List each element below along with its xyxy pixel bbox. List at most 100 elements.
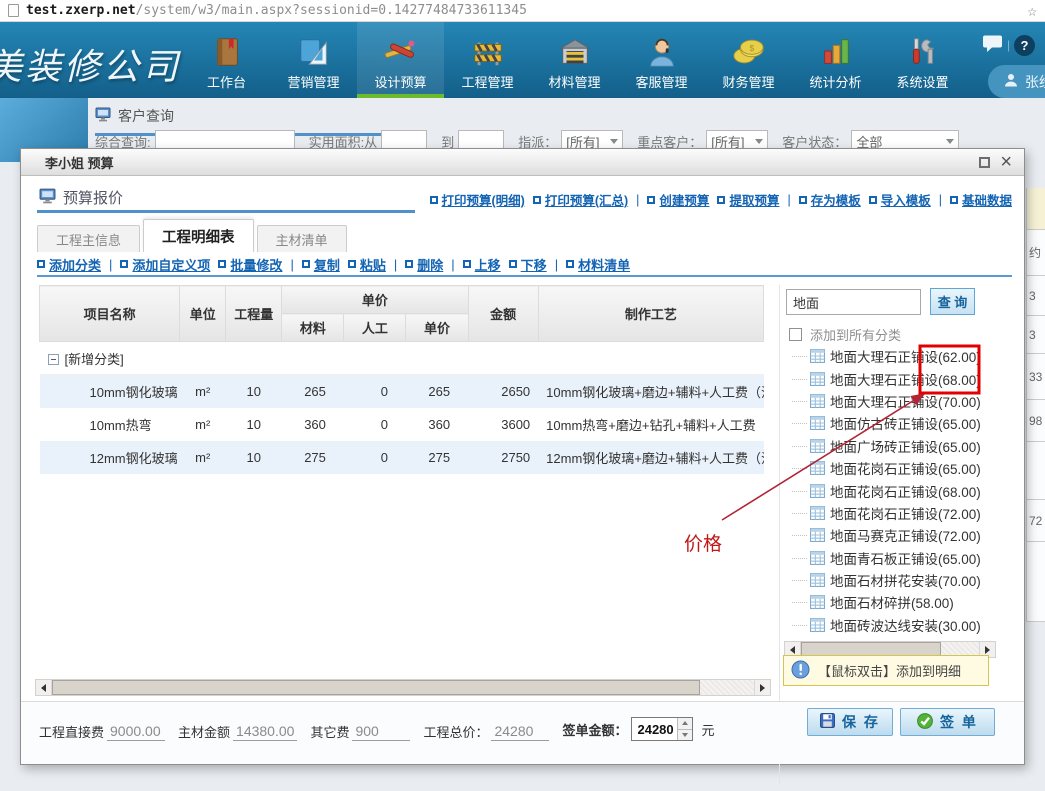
sign-button-label: 签 单 — [940, 712, 978, 732]
grid-cell-qty: 10 — [226, 408, 282, 441]
message-bubble-icon[interactable] — [982, 34, 1003, 58]
grid-header-cell[interactable]: 单位 — [180, 286, 226, 342]
tree-item[interactable]: 地面广场砖正铺设(65.00) — [784, 435, 998, 457]
nav-item-label: 营销管理 — [287, 72, 339, 91]
grid-header-cell[interactable]: 金额 — [468, 286, 538, 342]
grid-header-cell[interactable]: 人工 — [344, 314, 406, 342]
dropdown-caret-icon — [946, 139, 954, 144]
totals-row: 工程直接费9000.00主材金额14380.00其它费900工程总价：24280… — [39, 717, 715, 741]
nav-item-客服管理[interactable]: 客服管理 — [618, 22, 705, 98]
tree-item[interactable]: 地面大理石正铺设(62.00) — [784, 345, 998, 367]
toolbar-link-添加分类[interactable]: 添加分类 — [37, 255, 101, 274]
help-icon[interactable]: ? — [1014, 35, 1035, 56]
tree-item[interactable]: 地面花岗石正铺设(68.00) — [784, 479, 998, 501]
grid-row[interactable]: 10mm钢化玻璃m²102650265265010mm钢化玻璃+磨边+辅料+人工… — [40, 375, 764, 408]
tree-item[interactable]: 地面石材拼花安装(70.00) — [784, 569, 998, 591]
grid-row[interactable]: 12mm钢化玻璃m²102750275275012mm钢化玻璃+磨边+辅料+人工… — [40, 441, 764, 474]
sign-amount-label: 签单金额： — [562, 720, 627, 739]
grid-header-cell[interactable]: 材料 — [282, 314, 344, 342]
grid-cell-qty: 10 — [226, 375, 282, 408]
sign-amount-spinner[interactable]: 24280 — [631, 717, 693, 741]
table-icon — [810, 595, 825, 609]
toolbar-link-下移[interactable]: 下移 — [509, 255, 547, 274]
tree-item[interactable]: 地面大理石正铺设(68.00) — [784, 367, 998, 389]
toolbar-link-批量修改[interactable]: 批量修改 — [218, 255, 282, 274]
nav-item-材料管理[interactable]: 材料管理 — [531, 22, 618, 98]
footer-field: 工程总价：24280 — [423, 722, 549, 741]
grid-category-row[interactable]: [新增分类] — [40, 342, 764, 375]
toolbar-link-复制[interactable]: 复制 — [302, 255, 340, 274]
close-icon[interactable]: × — [1000, 155, 1012, 169]
action-link-创建预算[interactable]: 创建预算 — [647, 190, 709, 209]
grid-cell — [226, 342, 282, 375]
bookmark-star-icon[interactable]: ☆ — [1027, 3, 1037, 19]
action-link-存为模板[interactable]: 存为模板 — [799, 190, 861, 209]
tree-item[interactable]: 地面仿古砖正铺设(65.00) — [784, 412, 998, 434]
grid-cell-amount: 2750 — [468, 441, 538, 474]
nav-item-系统设置[interactable]: 系统设置 — [879, 22, 966, 98]
spinner-down-icon[interactable] — [678, 730, 692, 741]
grid-header-cell[interactable]: 单价 — [406, 314, 468, 342]
save-button[interactable]: 保 存 — [807, 708, 893, 736]
section-title: 预算报价 — [63, 187, 123, 208]
grid-cell-unit_price: 275 — [406, 441, 468, 474]
grid-header-cell[interactable]: 单价 — [282, 286, 468, 314]
dropdown-caret-icon — [610, 139, 618, 144]
spinner-up-icon[interactable] — [678, 718, 692, 730]
tree-item[interactable]: 地面砖波达线安装(30.00) — [784, 614, 998, 636]
scroll-left-arrow-icon[interactable] — [36, 680, 52, 695]
scrollbar-thumb[interactable] — [52, 680, 700, 695]
nav-item-label: 系统设置 — [896, 72, 948, 91]
grid-horizontal-scrollbar[interactable] — [35, 679, 771, 696]
grid-header-cell[interactable]: 项目名称 — [40, 286, 180, 342]
link-label: 添加分类 — [49, 255, 101, 274]
customer-service-icon — [643, 35, 681, 69]
toolbar-link-上移[interactable]: 上移 — [463, 255, 501, 274]
nav-item-工作台[interactable]: 工作台 — [183, 22, 270, 98]
action-link-导入模板[interactable]: 导入模板 — [869, 190, 931, 209]
tree-item[interactable]: 地面石材碎拼(58.00) — [784, 591, 998, 613]
tree-item[interactable]: 地面花岗石正铺设(72.00) — [784, 502, 998, 524]
tree-item[interactable]: 地面大理石正铺设(70.00) — [784, 390, 998, 412]
link-label: 添加自定义项 — [132, 255, 210, 274]
url-text[interactable]: test.zxerp.net/system/w3/main.aspx?sessi… — [26, 3, 527, 18]
nav-item-统计分析[interactable]: 统计分析 — [792, 22, 879, 98]
toolbar-link-粘贴[interactable]: 粘贴 — [348, 255, 386, 274]
nav-item-营销管理[interactable]: 营销管理 — [270, 22, 357, 98]
action-link-基础数据[interactable]: 基础数据 — [950, 190, 1012, 209]
tab-主材清单[interactable]: 主材清单 — [257, 225, 347, 252]
company-logo: 美装修公司 — [0, 38, 181, 90]
collapse-icon[interactable] — [48, 354, 59, 365]
maximize-icon[interactable] — [979, 157, 990, 168]
grid-header-cell[interactable]: 制作工艺 — [538, 286, 763, 342]
scroll-right-arrow-icon[interactable] — [754, 680, 770, 695]
search-button[interactable]: 查 询 — [930, 288, 975, 315]
action-link-打印预算(汇总)[interactable]: 打印预算(汇总) — [533, 190, 628, 209]
grid-category-cell[interactable]: [新增分类] — [40, 342, 180, 375]
tree-item[interactable]: 地面马赛克正铺设(72.00) — [784, 524, 998, 546]
tab-工程明细表[interactable]: 工程明细表 — [143, 219, 254, 252]
action-link-打印预算(明细)[interactable]: 打印预算(明细) — [430, 190, 525, 209]
toolbar-link-添加自定义项[interactable]: 添加自定义项 — [120, 255, 210, 274]
grid-toolbar: 添加分类|添加自定义项批量修改|复制粘贴|删除|上移下移|材料清单 — [37, 253, 1012, 277]
nav-item-label: 设计预算 — [374, 72, 426, 91]
toolbar-link-删除[interactable]: 删除 — [405, 255, 443, 274]
link-separator: | — [636, 193, 639, 207]
user-menu[interactable]: 张经 — [988, 65, 1045, 98]
bg-strip-cell: 3 — [1027, 276, 1045, 316]
tree-item[interactable]: 地面花岗石正铺设(65.00) — [784, 457, 998, 479]
url-path: /system/w3/main.aspx?sessionid=0.1427748… — [136, 3, 527, 18]
sign-button[interactable]: 签 单 — [900, 708, 995, 736]
nav-item-工程管理[interactable]: 工程管理 — [444, 22, 531, 98]
grid-row[interactable]: 10mm热弯m²103600360360010mm热弯+磨边+钻孔+辅料+人工费… — [40, 408, 764, 441]
dialog-titlebar[interactable]: 李小姐 预算 × — [21, 149, 1024, 176]
tree-item[interactable]: 地面青石板正铺设(65.00) — [784, 547, 998, 569]
tab-工程主信息[interactable]: 工程主信息 — [37, 225, 140, 252]
nav-item-财务管理[interactable]: $财务管理 — [705, 22, 792, 98]
action-link-提取预算[interactable]: 提取预算 — [717, 190, 779, 209]
add-to-all-categories-checkbox[interactable] — [789, 328, 802, 341]
search-input[interactable] — [786, 289, 921, 315]
toolbar-link-材料清单[interactable]: 材料清单 — [566, 255, 630, 274]
grid-header-cell[interactable]: 工程量 — [226, 286, 282, 342]
nav-item-设计预算[interactable]: 设计预算 — [357, 22, 444, 98]
